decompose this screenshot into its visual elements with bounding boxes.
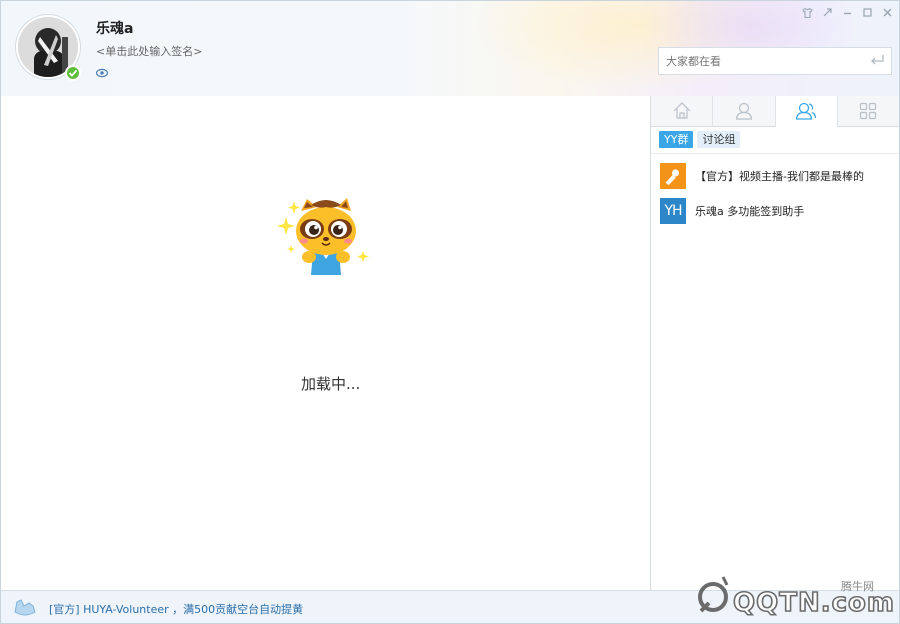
- main-content-area: [1, 96, 651, 590]
- signature-input[interactable]: <单击此处输入签名>: [96, 43, 202, 59]
- list-item[interactable]: 【官方】视频主播-我们都是最棒的: [651, 158, 899, 193]
- user-nickname[interactable]: 乐魂a: [96, 18, 133, 38]
- maximize-icon[interactable]: [860, 5, 875, 20]
- profile-header: 乐魂a <单击此处输入签名>: [1, 1, 899, 96]
- tab-apps[interactable]: [838, 96, 899, 126]
- skin-icon[interactable]: [800, 5, 815, 20]
- window-controls: [800, 5, 895, 20]
- search-input[interactable]: [658, 47, 892, 75]
- group-subtabs: YY群 讨论组: [651, 127, 899, 154]
- group-list: 【官方】视频主播-我们都是最棒的 YH 乐魂a 多功能签到助手: [651, 154, 899, 228]
- watermark-small-text: 腾牛网: [841, 580, 874, 593]
- apps-icon: [860, 102, 877, 120]
- group-icon: [795, 102, 817, 120]
- restore-icon[interactable]: [820, 5, 835, 20]
- enter-icon[interactable]: [869, 53, 885, 67]
- official-notice-link[interactable]: [官方] HUYA-Volunteer ，满500贡献空台自动提黄: [49, 601, 303, 617]
- subtab-yy-group[interactable]: YY群: [659, 131, 694, 148]
- group-avatar-icon: YH: [660, 197, 686, 224]
- tab-contacts[interactable]: [713, 96, 776, 126]
- contact-icon: [735, 102, 753, 120]
- online-status-icon: [65, 65, 81, 81]
- loading-text: 加载中...: [301, 375, 361, 393]
- minimize-icon[interactable]: [840, 5, 855, 20]
- app-window: 乐魂a <单击此处输入签名> 大家都在看 加载中... YY群 讨论组 【官方】…: [0, 0, 900, 624]
- panel-tabs: [651, 96, 899, 127]
- right-panel: YY群 讨论组 【官方】视频主播-我们都是最棒的 YH 乐魂a 多功能签到助手: [651, 96, 899, 590]
- eye-icon[interactable]: [95, 67, 109, 78]
- broadcast-icon: [13, 598, 37, 618]
- loading-mascot: [271, 197, 381, 278]
- group-name: 【官方】视频主播-我们都是最棒的: [695, 169, 864, 183]
- raccoon-mascot-icon: [277, 198, 369, 275]
- microphone-icon: [660, 162, 686, 189]
- tab-groups[interactable]: [775, 96, 838, 127]
- home-icon: [673, 102, 691, 119]
- group-name: 乐魂a 多功能签到助手: [695, 204, 805, 218]
- subtab-discussion[interactable]: 讨论组: [697, 131, 741, 148]
- tab-home[interactable]: [651, 96, 714, 126]
- list-item[interactable]: YH 乐魂a 多功能签到助手: [651, 193, 899, 228]
- close-icon[interactable]: [880, 5, 895, 20]
